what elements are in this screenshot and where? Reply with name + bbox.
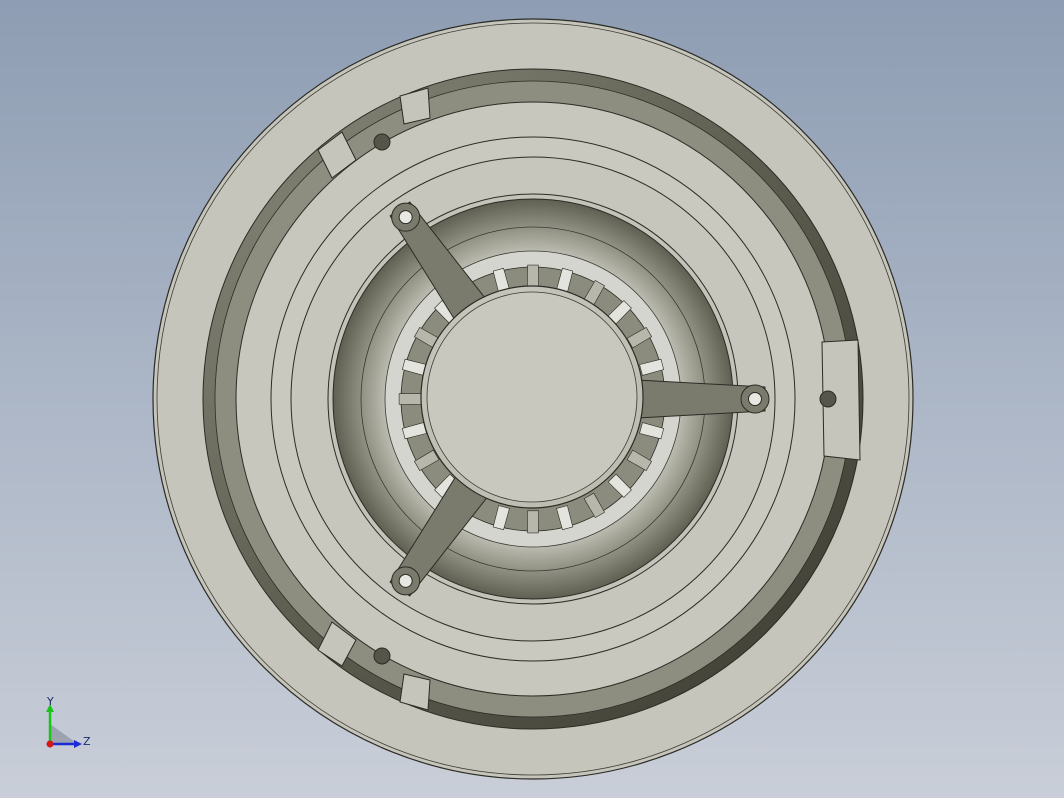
graphics-viewport[interactable]: Y Z — [0, 0, 1064, 798]
axis-triad-graphic — [46, 704, 82, 748]
spoke-hole — [748, 392, 762, 406]
guide-vane — [398, 393, 422, 405]
triad-origin — [46, 740, 54, 748]
cad-part-model[interactable] — [0, 0, 1064, 798]
triad-plane-shade — [50, 724, 78, 744]
guide-vane — [527, 264, 539, 288]
y-axis-label: Y — [47, 695, 54, 708]
spoke-hole — [398, 210, 413, 225]
center-hub-face — [426, 291, 638, 503]
mount-hole-bottom — [373, 647, 391, 665]
mount-hole-top — [373, 133, 391, 151]
z-axis-label: Z — [83, 735, 91, 748]
z-axis-arrowhead — [74, 740, 82, 748]
axis-triad: Y Z — [36, 695, 106, 760]
guide-vane — [527, 510, 539, 534]
spoke-hole — [398, 573, 413, 588]
mount-hole-right — [819, 390, 837, 408]
